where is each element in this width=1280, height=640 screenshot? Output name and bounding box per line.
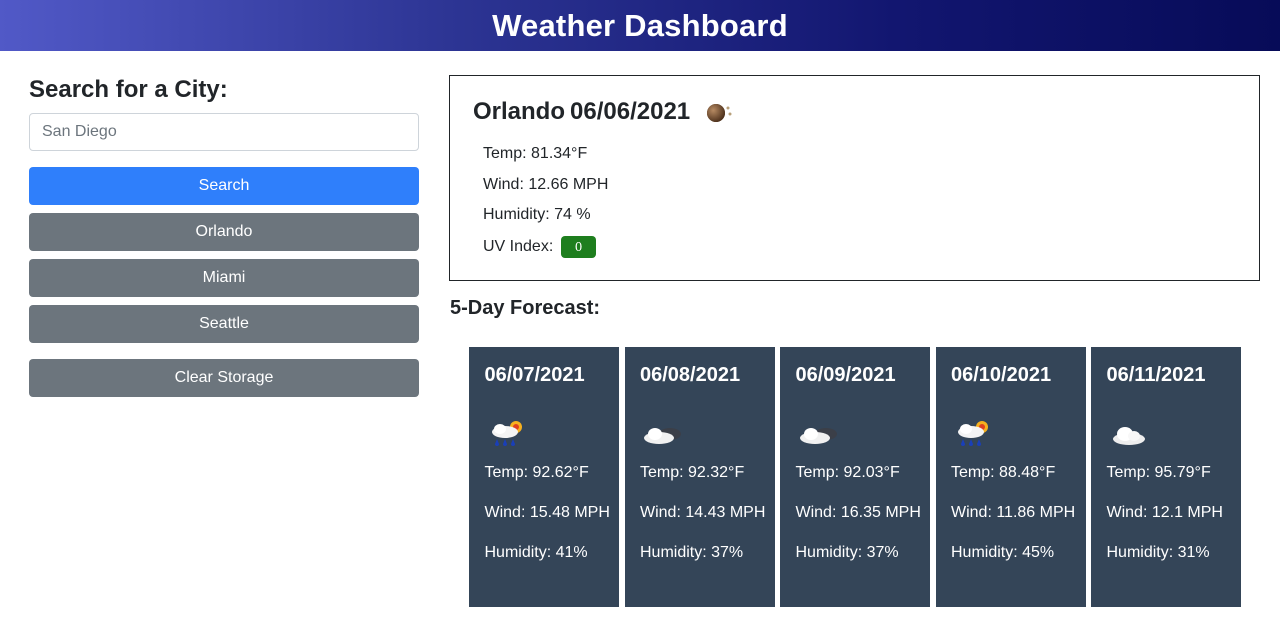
forecast-date: 06/07/2021	[484, 364, 585, 386]
forecast-wind: Wind: 14.43 MPH	[640, 504, 766, 521]
forecast-wind: Wind: 15.48 MPH	[484, 504, 610, 521]
forecast-temp: Temp: 95.79°F	[1106, 464, 1211, 481]
current-humidity: Humidity: 74 %	[483, 206, 591, 223]
forecast-row: 06/07/2021 Temp: 92.62°F Wind: 15.48 MPH…	[469, 347, 1241, 607]
forecast-temp: Temp: 92.62°F	[484, 464, 589, 481]
rain-sun-icon	[704, 100, 734, 124]
rain-sun-icon	[951, 409, 1086, 449]
clear-storage-button[interactable]: Clear Storage	[29, 359, 419, 397]
forecast-temp: Temp: 88.48°F	[951, 464, 1056, 481]
cloudy-icon	[796, 409, 931, 449]
forecast-wind: Wind: 12.1 MPH	[1106, 504, 1223, 521]
forecast-temp: Temp: 92.03°F	[795, 464, 900, 481]
forecast-humidity: Humidity: 41%	[484, 544, 588, 561]
forecast-humidity: Humidity: 37%	[640, 544, 744, 561]
search-button[interactable]: Search	[29, 167, 419, 205]
forecast-title: 5-Day Forecast:	[450, 297, 601, 319]
search-heading: Search for a City:	[29, 76, 228, 103]
history-button-seattle[interactable]: Seattle	[29, 305, 419, 343]
forecast-humidity: Humidity: 37%	[795, 544, 899, 561]
search-sidebar: Search for a City: Search Orlando Miami …	[29, 75, 419, 397]
forecast-humidity: Humidity: 45%	[951, 544, 1055, 561]
current-city: Orlando	[473, 98, 566, 125]
history-button-miami[interactable]: Miami	[29, 259, 419, 297]
current-weather-panel: Orlando 06/06/2021 Temp: 81.34°F Wind: 1…	[449, 75, 1260, 281]
current-date: 06/06/2021	[570, 98, 691, 125]
uv-label: UV Index:	[483, 237, 554, 255]
city-search-input[interactable]	[29, 113, 419, 151]
forecast-card: 06/10/2021 Temp: 88.48°F Wind: 11.86 MPH…	[935, 347, 1086, 607]
current-wind: Wind: 12.66 MPH	[483, 175, 609, 193]
header-bar: Weather Dashboard	[0, 0, 1280, 51]
forecast-card: 06/09/2021 Temp: 92.03°F Wind: 16.35 MPH…	[780, 347, 930, 607]
current-temp: Temp: 81.34°F	[483, 145, 588, 162]
cloudy-icon	[640, 409, 775, 449]
forecast-date: 06/10/2021	[951, 364, 1052, 386]
uv-index-badge: 0	[560, 235, 597, 258]
forecast-card: 06/07/2021 Temp: 92.62°F Wind: 15.48 MPH…	[469, 347, 619, 607]
forecast-wind: Wind: 16.35 MPH	[795, 504, 921, 521]
forecast-date: 06/09/2021	[795, 364, 896, 386]
forecast-card: 06/11/2021 Temp: 95.79°F Wind: 12.1 MPH …	[1091, 347, 1241, 607]
forecast-date: 06/08/2021	[640, 364, 741, 386]
page-title: Weather Dashboard	[492, 7, 788, 43]
forecast-date: 06/11/2021	[1106, 364, 1206, 386]
cloud-icon	[1107, 409, 1242, 449]
current-weather-title: Orlando 06/06/2021	[473, 98, 734, 126]
current-uv-row: UV Index: 0	[483, 235, 608, 267]
current-stats: Temp: 81.34°F Wind: 12.66 MPH Humidity: …	[483, 144, 608, 266]
forecast-temp: Temp: 92.32°F	[640, 464, 745, 481]
forecast-wind: Wind: 11.86 MPH	[951, 504, 1076, 521]
rain-sun-icon	[485, 409, 620, 449]
forecast-card: 06/08/2021 Temp: 92.32°F Wind: 14.43 MPH…	[624, 347, 775, 607]
forecast-humidity: Humidity: 31%	[1106, 544, 1210, 561]
history-button-orlando[interactable]: Orlando	[29, 213, 419, 251]
